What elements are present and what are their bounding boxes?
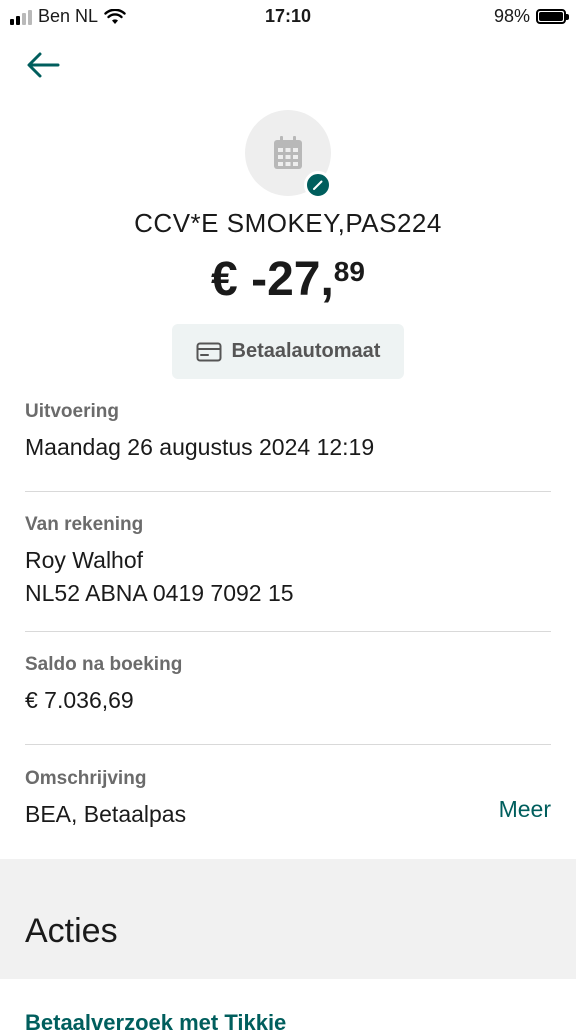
execution-label: Uitvoering bbox=[25, 401, 119, 422]
from-account-iban: NL52 ABNA 0419 7092 15 bbox=[25, 580, 294, 606]
execution-value: Maandag 26 augustus 2024 12:19 bbox=[25, 434, 375, 460]
amount-cents: 89 bbox=[333, 256, 365, 287]
pencil-icon bbox=[313, 180, 323, 190]
amount-main: € -27, bbox=[211, 253, 334, 306]
credit-card-icon bbox=[196, 342, 222, 361]
execution-section: Uitvoering Maandag 26 augustus 2024 12:1… bbox=[25, 401, 551, 464]
back-button[interactable] bbox=[24, 46, 62, 84]
divider bbox=[25, 631, 551, 632]
from-account-label: Van rekening bbox=[25, 514, 144, 535]
clock: 17:10 bbox=[264, 6, 312, 26]
battery-fill bbox=[539, 12, 563, 21]
balance-label: Saldo na boeking bbox=[25, 654, 183, 675]
status-bar: Ben NL 17:10 98% bbox=[0, 0, 576, 32]
battery-icon bbox=[536, 9, 569, 24]
description-section: Omschrijving BEA, Betaalpas bbox=[25, 768, 551, 831]
balance-value: € 7.036,69 bbox=[25, 687, 134, 713]
transaction-type-label: Betaalautomaat bbox=[231, 340, 381, 362]
calendar-icon bbox=[274, 136, 302, 169]
merchant-name: CCV*E SMOKEY,PAS224 bbox=[134, 208, 442, 238]
transaction-amount: € -27,89 bbox=[0, 252, 576, 307]
divider bbox=[25, 491, 551, 492]
description-value: BEA, Betaalpas bbox=[25, 801, 187, 827]
transaction-type-chip: Betaalautomaat bbox=[172, 324, 404, 379]
description-label: Omschrijving bbox=[25, 768, 147, 789]
battery-percent: 98% bbox=[493, 6, 530, 26]
arrow-left-icon bbox=[27, 52, 60, 78]
status-right: 98% bbox=[493, 6, 569, 27]
divider bbox=[25, 744, 551, 745]
edit-merchant-button[interactable] bbox=[304, 171, 332, 199]
more-link[interactable]: Meer bbox=[499, 796, 551, 823]
balance-section: Saldo na boeking € 7.036,69 bbox=[25, 654, 551, 717]
actions-title: Acties bbox=[25, 912, 118, 950]
from-account-name: Roy Walhof bbox=[25, 547, 144, 573]
tikkie-payment-request-action[interactable]: Betaalverzoek met Tikkie bbox=[25, 1010, 286, 1036]
from-account-section: Van rekening Roy Walhof NL52 ABNA 0419 7… bbox=[25, 514, 551, 610]
